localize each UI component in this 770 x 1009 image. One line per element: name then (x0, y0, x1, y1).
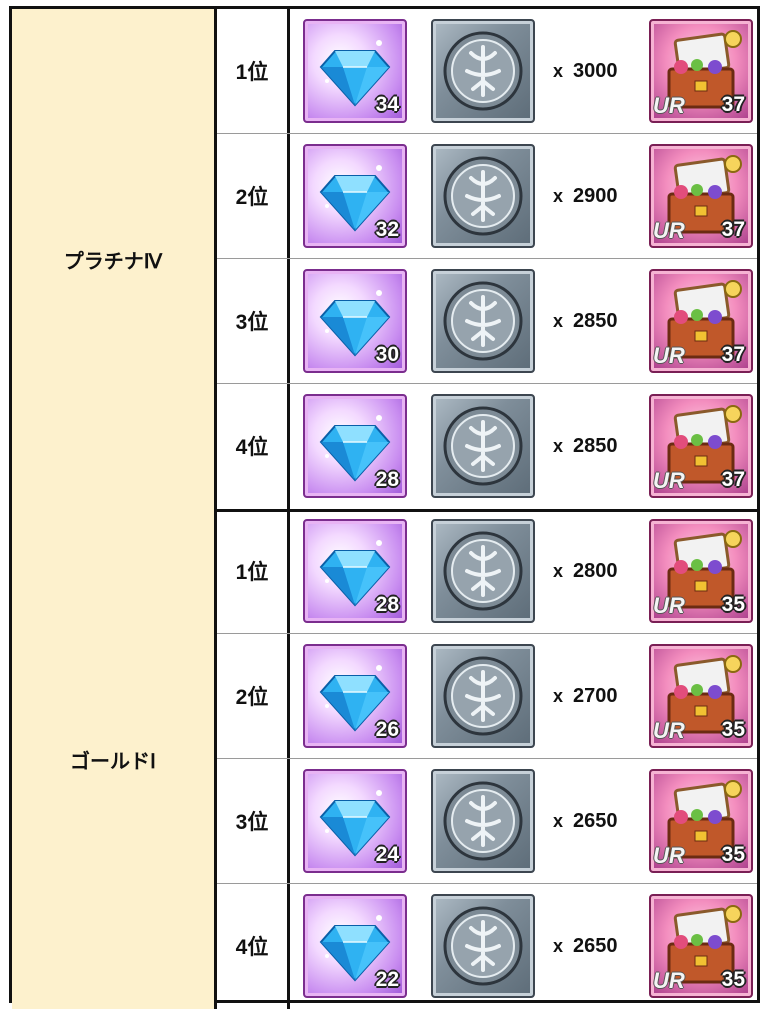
gem-count: 30 (375, 343, 399, 366)
medal-quantity: x 2900 (553, 134, 643, 258)
gem-count: 32 (375, 218, 399, 241)
multiply-sign: x (553, 435, 564, 456)
medal-quantity: x 2650 (553, 759, 643, 883)
gem-reward: 28 (303, 519, 407, 623)
rarity-badge: UR (653, 468, 685, 493)
reward-row: 4位 28 x 2850 UR 37 (217, 384, 757, 509)
reward-table: プラチナⅣ 1位 34 x 3000 UR 37 2位 32 x 2900 UR 37 3位 30 x 2850… (9, 6, 760, 1009)
reward-row: 1位 28 x 2800 UR 35 (217, 509, 757, 634)
rank-label: 4位 (235, 936, 269, 959)
gem-count: 28 (375, 593, 399, 616)
gem-reward: 28 (303, 394, 407, 498)
gem-reward: 34 (303, 19, 407, 123)
reward-row: 2位 26 x 2700 UR 35 (217, 634, 757, 759)
chest-reward: UR 37 (649, 19, 753, 123)
rarity-badge: UR (653, 218, 685, 243)
chest-count: 37 (721, 93, 745, 116)
chest-reward: UR 35 (649, 519, 753, 623)
rank-label: 1位 (235, 561, 269, 584)
chest-count: 35 (721, 593, 745, 616)
quantity-value: 2650 (573, 809, 618, 832)
gem-count: 22 (375, 968, 399, 991)
medal-quantity: x 2650 (553, 884, 643, 1008)
medal-quantity: x 2800 (553, 509, 643, 633)
reward-row: 3位 24 x 2650 UR 35 (217, 759, 757, 884)
medal-reward (431, 769, 535, 873)
tier-label: プラチナⅣ (12, 9, 217, 509)
chest-reward: UR 37 (649, 144, 753, 248)
gem-count: 28 (375, 468, 399, 491)
chest-reward: UR 37 (649, 269, 753, 373)
chest-count: 37 (721, 468, 745, 491)
chest-count: 37 (721, 218, 745, 241)
rank-label: 1位 (235, 61, 269, 84)
quantity-value: 2800 (573, 559, 618, 582)
medal-quantity: x 2850 (553, 259, 643, 383)
medal-reward (431, 894, 535, 998)
chest-reward: UR 35 (649, 769, 753, 873)
gem-reward: 26 (303, 644, 407, 748)
medal-reward (431, 394, 535, 498)
chest-count: 35 (721, 718, 745, 741)
rank-label: 3位 (235, 811, 269, 834)
medal-reward (431, 269, 535, 373)
rarity-badge: UR (653, 968, 685, 993)
quantity-value: 2900 (573, 184, 618, 207)
rank-label: 2位 (235, 686, 269, 709)
medal-quantity: x 3000 (553, 9, 643, 133)
reward-row: 2位 32 x 2900 UR 37 (217, 134, 757, 259)
multiply-sign: x (553, 810, 564, 831)
rank-label: 4位 (235, 436, 269, 459)
gem-count: 26 (375, 718, 399, 741)
gem-count: 34 (375, 93, 399, 116)
reward-row: 4位 22 x 2650 UR 35 (217, 884, 757, 1009)
multiply-sign: x (553, 935, 564, 956)
tier-group: プラチナⅣ 1位 34 x 3000 UR 37 2位 32 x 2900 UR 37 3位 30 x 2850… (12, 9, 757, 512)
gem-count: 24 (375, 843, 399, 866)
medal-reward (431, 144, 535, 248)
chest-reward: UR 37 (649, 394, 753, 498)
multiply-sign: x (553, 560, 564, 581)
chest-reward: UR 35 (649, 894, 753, 998)
gem-reward: 22 (303, 894, 407, 998)
quantity-value: 2650 (573, 934, 618, 957)
multiply-sign: x (553, 685, 564, 706)
medal-reward (431, 519, 535, 623)
multiply-sign: x (553, 185, 564, 206)
multiply-sign: x (553, 60, 564, 81)
medal-reward (431, 644, 535, 748)
rank-label: 3位 (235, 311, 269, 334)
quantity-value: 2700 (573, 684, 618, 707)
gem-reward: 24 (303, 769, 407, 873)
chest-count: 35 (721, 843, 745, 866)
chest-count: 37 (721, 343, 745, 366)
chest-reward: UR 35 (649, 644, 753, 748)
rank-label: 2位 (235, 186, 269, 209)
rarity-badge: UR (653, 718, 685, 743)
tier-label: ゴールドⅠ (12, 509, 217, 1009)
quantity-value: 2850 (573, 309, 618, 332)
medal-reward (431, 19, 535, 123)
rarity-badge: UR (653, 343, 685, 368)
reward-row: 3位 30 x 2850 UR 37 (217, 259, 757, 384)
gem-reward: 30 (303, 269, 407, 373)
multiply-sign: x (553, 310, 564, 331)
medal-quantity: x 2850 (553, 384, 643, 508)
rarity-badge: UR (653, 93, 685, 118)
chest-count: 35 (721, 968, 745, 991)
reward-row: 1位 34 x 3000 UR 37 (217, 9, 757, 134)
gem-reward: 32 (303, 144, 407, 248)
rarity-badge: UR (653, 843, 685, 868)
quantity-value: 2850 (573, 434, 618, 457)
rarity-badge: UR (653, 593, 685, 618)
tier-group: ゴールドⅠ 1位 28 x 2800 UR 35 2位 26 x 2700 UR 35 3位 24 x 2650… (12, 509, 757, 1009)
medal-quantity: x 2700 (553, 634, 643, 758)
quantity-value: 3000 (573, 59, 618, 82)
